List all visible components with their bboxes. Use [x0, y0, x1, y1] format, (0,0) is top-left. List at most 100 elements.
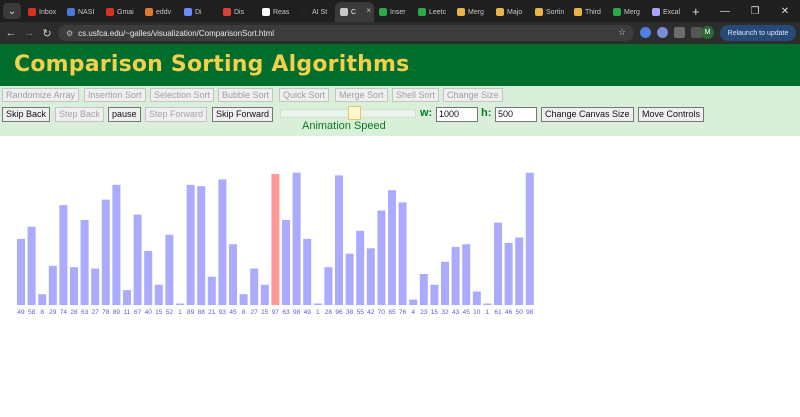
bar-value-label: 45: [229, 309, 237, 316]
extension-icon[interactable]: [657, 27, 668, 38]
array-bar: [335, 175, 343, 305]
browser-tab[interactable]: Sortin: [530, 2, 569, 22]
tab-title: Inser: [390, 8, 406, 16]
selection-sort-button[interactable]: Selection Sort: [150, 88, 215, 102]
bar-value-label: 49: [304, 309, 312, 316]
forward-arrow-icon[interactable]: →: [20, 27, 38, 39]
browser-tab[interactable]: Inbox: [23, 2, 62, 22]
canvas-width-input[interactable]: 1000: [436, 107, 478, 122]
browser-tab[interactable]: Gmai: [101, 2, 140, 22]
browser-tab[interactable]: Majo: [491, 2, 530, 22]
randomize-array-button[interactable]: Randomize Array: [2, 88, 80, 102]
bar-value-label: 1: [178, 309, 182, 316]
tab-title: Merg: [468, 8, 484, 16]
canvas-height-input[interactable]: 500: [495, 107, 537, 122]
array-bar: [292, 172, 301, 305]
array-bar: [250, 268, 259, 305]
step-back-button[interactable]: Step Back: [55, 107, 105, 122]
back-arrow-icon[interactable]: ←: [2, 27, 20, 39]
tab-title: Excal: [663, 8, 681, 16]
array-bar: [101, 199, 110, 305]
browser-tab[interactable]: Di: [179, 2, 218, 22]
browser-tab[interactable]: eddv: [140, 2, 179, 22]
tab-favicon-icon: [184, 8, 192, 16]
step-forward-button[interactable]: Step Forward: [145, 107, 208, 122]
bar-value-label: 46: [505, 309, 513, 316]
extension-icon[interactable]: [640, 27, 651, 38]
bar-value-label: 15: [261, 309, 269, 316]
site-info-icon[interactable]: ⚙: [66, 29, 73, 38]
bar-value-label: 29: [49, 309, 57, 316]
close-window-button[interactable]: ✕: [770, 6, 800, 17]
bar-value-label: 11: [124, 309, 131, 316]
browser-tab[interactable]: Merg: [452, 2, 491, 22]
array-bar: [144, 251, 153, 305]
slider-thumb[interactable]: [348, 106, 361, 120]
browser-tab[interactable]: AI St: [296, 2, 335, 22]
array-bar: [271, 174, 280, 305]
bar-value-label: 15: [431, 309, 439, 316]
pause-button[interactable]: pause: [108, 107, 141, 122]
bar-value-label: 8: [40, 309, 44, 316]
bookmark-star-icon[interactable]: ☆: [618, 27, 626, 38]
move-controls-button[interactable]: Move Controls: [638, 107, 705, 122]
browser-tab[interactable]: Reas: [257, 2, 296, 22]
bar-value-label: 97: [272, 309, 280, 316]
change-size-button[interactable]: Change Size: [443, 88, 503, 102]
skip-back-button[interactable]: Skip Back: [2, 107, 51, 122]
maximize-button[interactable]: ❐: [740, 6, 770, 17]
browser-tab[interactable]: Excal: [647, 2, 686, 22]
tab-favicon-icon: [574, 8, 582, 16]
address-bar[interactable]: ⚙ cs.usfca.edu/~galles/visualization/Com…: [58, 25, 634, 41]
bar-value-label: 74: [60, 309, 68, 316]
array-bar: [112, 184, 121, 305]
array-bar: [218, 179, 227, 305]
tab-favicon-icon: [457, 8, 465, 16]
bubble-sort-button[interactable]: Bubble Sort: [218, 88, 274, 102]
reload-icon[interactable]: ↻: [38, 27, 56, 40]
browser-tab[interactable]: NASI: [62, 2, 101, 22]
browser-tab[interactable]: Third: [569, 2, 608, 22]
tab-title: Di: [195, 8, 202, 16]
bar-value-label: 1: [316, 309, 320, 316]
array-bar: [229, 244, 237, 305]
array-bar: [462, 244, 471, 305]
bar-value-label: 52: [166, 309, 174, 316]
close-tab-icon[interactable]: ×: [366, 6, 371, 15]
skip-forward-button[interactable]: Skip Forward: [212, 107, 274, 122]
bar-value-label: 45: [463, 309, 471, 316]
array-bar: [451, 246, 460, 305]
insertion-sort-button[interactable]: Insertion Sort: [84, 88, 146, 102]
tab-title: Majo: [507, 8, 523, 16]
new-tab-button[interactable]: +: [692, 4, 700, 19]
array-bar: [313, 303, 322, 305]
width-label: w:: [420, 107, 433, 119]
tab-favicon-icon: [535, 8, 543, 16]
profile-avatar[interactable]: M: [701, 26, 714, 39]
browser-tab[interactable]: Leetc: [413, 2, 452, 22]
minimize-button[interactable]: —: [710, 6, 740, 17]
array-bar: [472, 291, 481, 305]
browser-tab[interactable]: Inser: [374, 2, 413, 22]
extensions-puzzle-icon[interactable]: [674, 27, 685, 38]
array-bar: [504, 242, 513, 305]
array-bar: [260, 284, 269, 305]
tab-search-button[interactable]: ⌄: [3, 3, 21, 19]
tab-favicon-icon: [28, 8, 36, 16]
tab-favicon-icon: [613, 8, 621, 16]
shell-sort-button[interactable]: Shell Sort: [392, 88, 440, 102]
browser-tab[interactable]: C ×: [335, 2, 374, 22]
browser-tab[interactable]: Merg: [608, 2, 647, 22]
bar-value-label: 63: [282, 309, 290, 316]
change-canvas-size-button[interactable]: Change Canvas Size: [541, 107, 634, 122]
browser-tab[interactable]: Dis: [218, 2, 257, 22]
tab-title: Third: [585, 8, 601, 16]
tab-favicon-icon: [340, 8, 348, 16]
bar-value-label: 23: [420, 309, 428, 316]
bar-value-label: 42: [367, 309, 375, 316]
bar-value-label: 50: [516, 309, 524, 316]
relaunch-to-update-button[interactable]: Relaunch to update: [720, 25, 796, 41]
merge-sort-button[interactable]: Merge Sort: [335, 88, 388, 102]
tab-favicon-icon: [652, 8, 660, 16]
quick-sort-button[interactable]: Quick Sort: [279, 88, 330, 102]
